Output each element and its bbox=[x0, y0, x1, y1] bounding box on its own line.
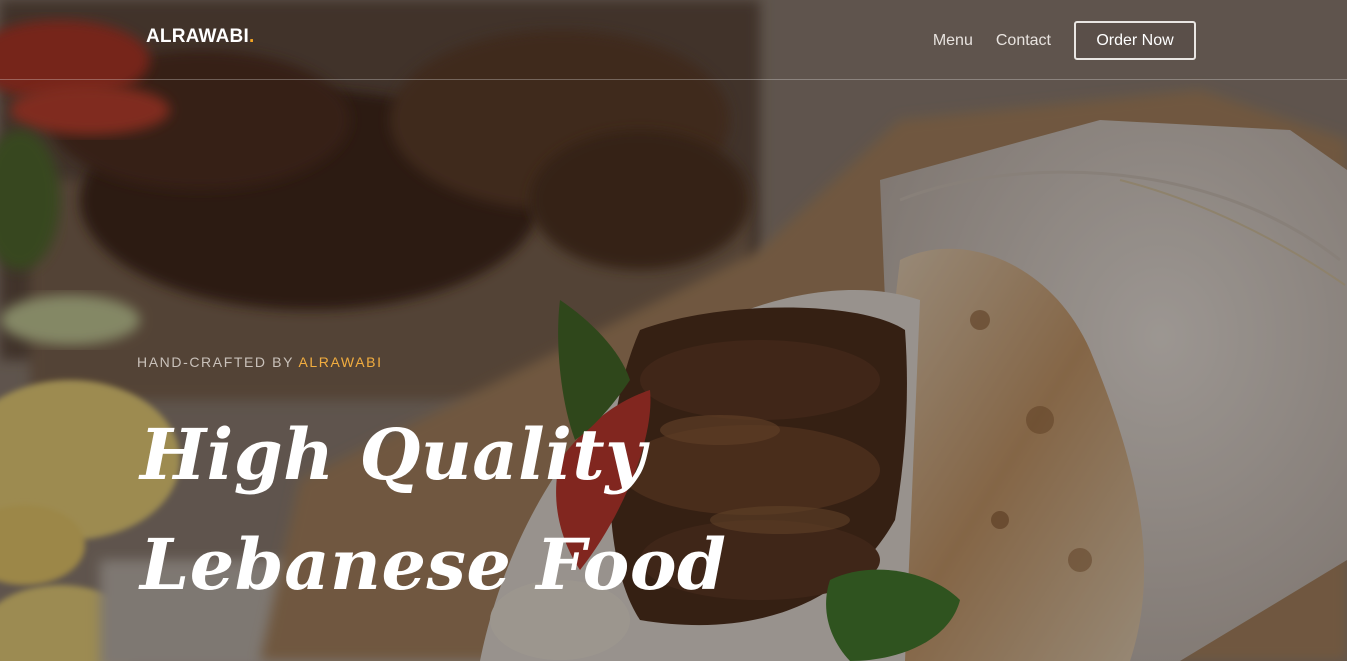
hero-headline-line-2: Lebanese Food bbox=[140, 523, 727, 606]
hero-subtitle-accent: ALRAWABI bbox=[298, 354, 383, 370]
brand-logo[interactable]: ALRAWABI. bbox=[146, 26, 254, 48]
hero-section: ALRAWABI. Menu Contact Order Now HAND-CR… bbox=[0, 0, 1347, 661]
nav-link-contact[interactable]: Contact bbox=[996, 32, 1051, 50]
top-navigation: ALRAWABI. Menu Contact Order Now bbox=[0, 0, 1347, 80]
hero-headline: High Quality Lebanese Food bbox=[140, 400, 727, 620]
order-now-button[interactable]: Order Now bbox=[1074, 21, 1196, 60]
brand-dot: . bbox=[248, 26, 255, 47]
brand-name: ALRAWABI bbox=[146, 26, 249, 47]
hero-subtitle: HAND-CRAFTED BY ALRAWABI bbox=[137, 354, 383, 370]
hero-headline-line-1: High Quality bbox=[140, 413, 647, 496]
nav-links: Menu Contact Order Now bbox=[933, 21, 1196, 60]
nav-link-menu[interactable]: Menu bbox=[933, 32, 973, 50]
hero-subtitle-prefix: HAND-CRAFTED BY bbox=[137, 354, 299, 370]
